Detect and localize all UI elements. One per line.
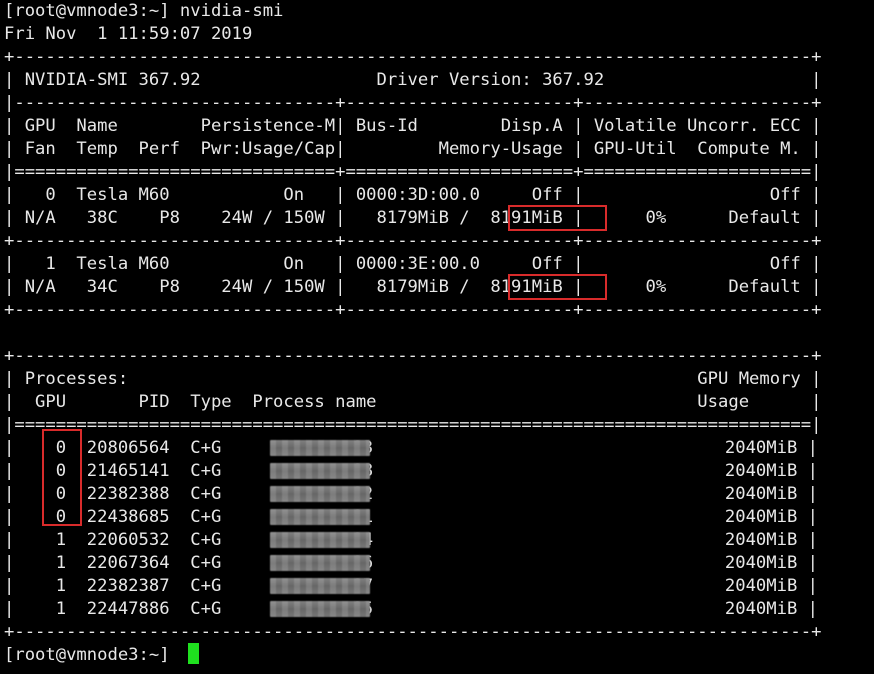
processes-header-1: | Processes: GPU Memory | — [4, 369, 822, 389]
redacted-name-block — [270, 463, 370, 479]
process-memory: 2040MiB | — [373, 530, 819, 550]
process-fields: | 1 22060532 C+G — [4, 530, 253, 550]
terminal-window[interactable]: [root@vmnode3:~] nvidia-smi Fri Nov 1 11… — [0, 0, 874, 674]
process-row: | 1 22060532 C+G 04 2040MiB | — [4, 529, 818, 552]
smi-version-header: | NVIDIA-SMI 367.92 Driver Version: 367.… — [4, 70, 822, 90]
processes-separator: |=======================================… — [4, 415, 822, 435]
process-row: | 1 22447886 C+G 05 2040MiB | — [4, 598, 818, 621]
gpu-0-row-2: | N/A 38C P8 24W / 150W | 8179MiB / 8191… — [4, 208, 822, 228]
redacted-name-block — [270, 532, 370, 548]
process-fields: | 1 22382387 C+G — [4, 576, 253, 596]
timestamp: Fri Nov 1 11:59:07 2019 — [4, 24, 253, 44]
process-memory: 2040MiB | — [373, 461, 819, 481]
gpu-table-border-bottom: +-------------------------------+-------… — [4, 300, 822, 320]
process-row: | 0 21465141 C+G 08 2040MiB | — [4, 460, 818, 483]
process-fields: | 0 20806564 C+G — [4, 438, 253, 458]
process-memory: 2040MiB | — [373, 553, 819, 573]
gpu-1-row-1: | 1 Tesla M60 On | 0000:3E:00.0 Off | Of… — [4, 254, 822, 274]
terminal-cursor — [188, 643, 199, 664]
column-header-row-1: | GPU Name Persistence-M| Bus-Id Disp.A … — [4, 116, 822, 136]
redacted-name-block — [270, 509, 370, 525]
process-row: | 1 22067364 C+G 06 2040MiB | — [4, 552, 818, 575]
table-border-top: +---------------------------------------… — [4, 47, 822, 67]
redacted-name-block — [270, 555, 370, 571]
processes-border-bottom: +---------------------------------------… — [4, 622, 822, 642]
processes-border-top: +---------------------------------------… — [4, 346, 822, 366]
gpu-0-row-1: | 0 Tesla M60 On | 0000:3D:00.0 Off | Of… — [4, 185, 822, 205]
redacted-name-block — [270, 440, 370, 456]
process-memory: 2040MiB | — [373, 438, 819, 458]
process-fields: | 0 22382388 C+G — [4, 484, 253, 504]
column-header-row-2: | Fan Temp Perf Pwr:Usage/Cap| Memory-Us… — [4, 139, 822, 159]
redacted-name-block — [270, 601, 370, 617]
gpu-row-border: +-------------------------------+-------… — [4, 231, 822, 251]
redacted-name-block — [270, 578, 370, 594]
process-memory: 2040MiB | — [373, 484, 819, 504]
process-memory: 2040MiB | — [373, 576, 819, 596]
process-fields: | 0 21465141 C+G — [4, 461, 253, 481]
process-fields: | 0 22438685 C+G — [4, 507, 253, 527]
process-row: | 0 20806564 C+G 03 2040MiB | — [4, 437, 818, 460]
table-separator: |-------------------------------+-------… — [4, 93, 822, 113]
process-memory: 2040MiB | — [373, 599, 819, 619]
process-memory: 2040MiB | — [373, 507, 819, 527]
process-row: | 0 22382388 C+G 02 2040MiB | — [4, 483, 818, 506]
processes-header-2: | GPU PID Type Process name Usage | — [4, 392, 822, 412]
process-fields: | 1 22067364 C+G — [4, 553, 253, 573]
header-separator: |===============================+=======… — [4, 162, 822, 182]
redacted-name-block — [270, 486, 370, 502]
gpu-1-row-2: | N/A 34C P8 24W / 150W | 8179MiB / 8191… — [4, 277, 822, 297]
process-fields: | 1 22447886 C+G — [4, 599, 253, 619]
shell-prompt[interactable]: [root@vmnode3:~] — [4, 644, 180, 667]
command-line: [root@vmnode3:~] nvidia-smi — [4, 1, 284, 21]
process-row: | 0 22438685 C+G 01 2040MiB | — [4, 506, 818, 529]
process-row: | 1 22382387 C+G 07 2040MiB | — [4, 575, 818, 598]
